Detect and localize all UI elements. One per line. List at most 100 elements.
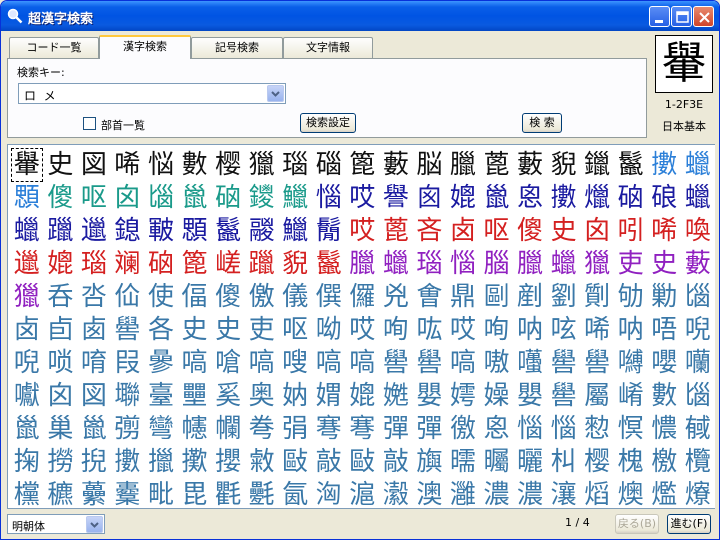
grid-cell[interactable]: 掬 bbox=[10, 444, 44, 480]
grid-cell[interactable]: 硇 bbox=[211, 180, 245, 216]
grid-cell[interactable]: 濃 bbox=[513, 477, 547, 508]
grid-cell[interactable]: 図 bbox=[77, 378, 111, 414]
grid-cell[interactable]: 戫 bbox=[681, 411, 715, 447]
grid-cell[interactable]: 囟 bbox=[111, 180, 145, 216]
grid-cell[interactable]: 㑹 bbox=[413, 279, 447, 315]
grid-cell[interactable]: 巤 bbox=[178, 180, 212, 216]
tab-code-list[interactable]: コード一覧 bbox=[9, 37, 99, 58]
grid-cell[interactable]: 彅 bbox=[111, 411, 145, 447]
grid-cell[interactable]: 獵 bbox=[580, 246, 614, 282]
grid-cell[interactable]: 嗃 bbox=[312, 345, 346, 381]
grid-cell[interactable]: 唏 bbox=[647, 213, 681, 249]
grid-cell[interactable]: 吰 bbox=[413, 312, 447, 348]
grid-cell[interactable]: 傻 bbox=[513, 213, 547, 249]
grid-cell[interactable]: 偪 bbox=[178, 279, 212, 315]
grid-cell[interactable]: 憹 bbox=[647, 411, 681, 447]
grid-cell[interactable]: 鱲 bbox=[278, 213, 312, 249]
grid-cell[interactable]: 氎 bbox=[245, 477, 279, 508]
grid-cell[interactable]: 轝 bbox=[10, 147, 44, 183]
grid-cell[interactable]: 數 bbox=[178, 147, 212, 183]
grid-cell[interactable]: 哎 bbox=[346, 312, 380, 348]
grid-cell[interactable]: 壣 bbox=[111, 378, 145, 414]
grid-cell[interactable]: 儀 bbox=[278, 279, 312, 315]
grid-cell[interactable]: 爎 bbox=[681, 477, 715, 508]
grid-cell[interactable]: 蠟 bbox=[547, 246, 581, 282]
grid-cell[interactable]: 嗷 bbox=[480, 345, 514, 381]
font-select[interactable]: 明朝体 bbox=[7, 514, 105, 534]
grid-cell[interactable]: 蠟 bbox=[10, 213, 44, 249]
grid-cell[interactable]: 腦 bbox=[480, 246, 514, 282]
grid-cell[interactable]: 幰 bbox=[178, 411, 212, 447]
tab-symbol-search[interactable]: 記号検索 bbox=[191, 37, 283, 58]
grid-cell[interactable]: 惱 bbox=[547, 411, 581, 447]
grid-cell[interactable]: 吲 bbox=[614, 213, 648, 249]
grid-cell[interactable]: 唏 bbox=[580, 312, 614, 348]
grid-cell[interactable]: 氍 bbox=[211, 477, 245, 508]
grid-cell[interactable]: 史 bbox=[547, 213, 581, 249]
grid-cell[interactable]: 譽 bbox=[379, 180, 413, 216]
grid-cell[interactable]: 傻 bbox=[211, 279, 245, 315]
grid-cell[interactable]: 擻 bbox=[111, 444, 145, 480]
grid-cell[interactable]: 嵯 bbox=[211, 246, 245, 282]
grid-cell[interactable]: 劉 bbox=[547, 279, 581, 315]
grid-cell[interactable]: 洶 bbox=[312, 477, 346, 508]
grid-cell[interactable]: 恖 bbox=[513, 180, 547, 216]
grid-cell[interactable]: 鼎 bbox=[446, 279, 480, 315]
grid-cell[interactable]: 斓 bbox=[111, 246, 145, 282]
tab-kanji-search[interactable]: 漢字検索 bbox=[99, 35, 191, 59]
grid-cell[interactable]: 躐 bbox=[44, 213, 78, 249]
grid-cell[interactable]: 欖 bbox=[681, 444, 715, 480]
grid-cell[interactable]: 嚳 bbox=[547, 378, 581, 414]
grid-cell[interactable]: 弿 bbox=[312, 411, 346, 447]
grid-cell[interactable]: 吝 bbox=[413, 213, 447, 249]
grid-cell[interactable]: 各 bbox=[144, 312, 178, 348]
grid-cell[interactable]: 嬰 bbox=[413, 378, 447, 414]
grid-cell[interactable]: 嗆 bbox=[211, 345, 245, 381]
grid-cell[interactable]: 奥 bbox=[245, 378, 279, 414]
grid-cell[interactable]: 敺 bbox=[346, 444, 380, 480]
grid-cell[interactable]: 嗃 bbox=[178, 345, 212, 381]
grid-cell[interactable]: 哎 bbox=[446, 312, 480, 348]
grid-cell[interactable]: 叚 bbox=[111, 345, 145, 381]
grid-cell[interactable]: 媲 bbox=[346, 378, 380, 414]
grid-cell[interactable]: 兇 bbox=[379, 279, 413, 315]
grid-cell[interactable]: 吏 bbox=[245, 312, 279, 348]
search-key-combo[interactable]: ロ メ bbox=[18, 83, 286, 104]
grid-cell[interactable]: 曯 bbox=[480, 444, 514, 480]
grid-cell[interactable]: 鑁 bbox=[245, 180, 279, 216]
grid-cell[interactable]: 獵 bbox=[245, 147, 279, 183]
grid-cell[interactable]: 數 bbox=[647, 378, 681, 414]
title-bar[interactable]: 超漢字検索 bbox=[1, 1, 719, 31]
grid-cell[interactable]: 嬎 bbox=[379, 378, 413, 414]
grid-cell[interactable]: 鎴 bbox=[111, 213, 145, 249]
grid-cell[interactable]: 鬜 bbox=[312, 213, 346, 249]
grid-cell[interactable]: 敹 bbox=[245, 444, 279, 480]
grid-cell[interactable]: 嗖 bbox=[278, 345, 312, 381]
grid-cell[interactable]: 嚳 bbox=[580, 345, 614, 381]
grid-cell[interactable]: 劕 bbox=[580, 279, 614, 315]
grid-cell[interactable]: 曬 bbox=[513, 444, 547, 480]
grid-cell[interactable]: 剷 bbox=[513, 279, 547, 315]
grid-cell[interactable]: 弲 bbox=[278, 411, 312, 447]
grid-cell[interactable]: 呦 bbox=[312, 312, 346, 348]
grid-cell[interactable]: 虆 bbox=[77, 477, 111, 508]
grid-cell[interactable]: 惱 bbox=[312, 180, 346, 216]
font-dropdown-button[interactable] bbox=[86, 516, 103, 533]
grid-cell[interactable]: 弮 bbox=[245, 411, 279, 447]
grid-cell[interactable]: 媦 bbox=[312, 378, 346, 414]
grid-cell[interactable]: 顋 bbox=[10, 180, 44, 216]
grid-cell[interactable]: 鬣 bbox=[614, 147, 648, 183]
grid-cell[interactable]: 濃 bbox=[480, 477, 514, 508]
grid-cell[interactable]: 擹 bbox=[178, 444, 212, 480]
grid-cell[interactable]: 篦 bbox=[346, 147, 380, 183]
grid-cell[interactable]: 擻 bbox=[547, 180, 581, 216]
grid-cell[interactable]: 妠 bbox=[278, 378, 312, 414]
grid-cell[interactable]: 卤 bbox=[10, 312, 44, 348]
grid-cell[interactable]: 嚶 bbox=[647, 345, 681, 381]
grid-cell[interactable]: 爉 bbox=[580, 180, 614, 216]
grid-cell[interactable]: 曘 bbox=[446, 444, 480, 480]
grid-cell[interactable]: 囟 bbox=[44, 378, 78, 414]
tab-char-info[interactable]: 文字情報 bbox=[283, 37, 373, 58]
grid-cell[interactable]: 媲 bbox=[446, 180, 480, 216]
grid-cell[interactable]: 嚩 bbox=[614, 345, 648, 381]
